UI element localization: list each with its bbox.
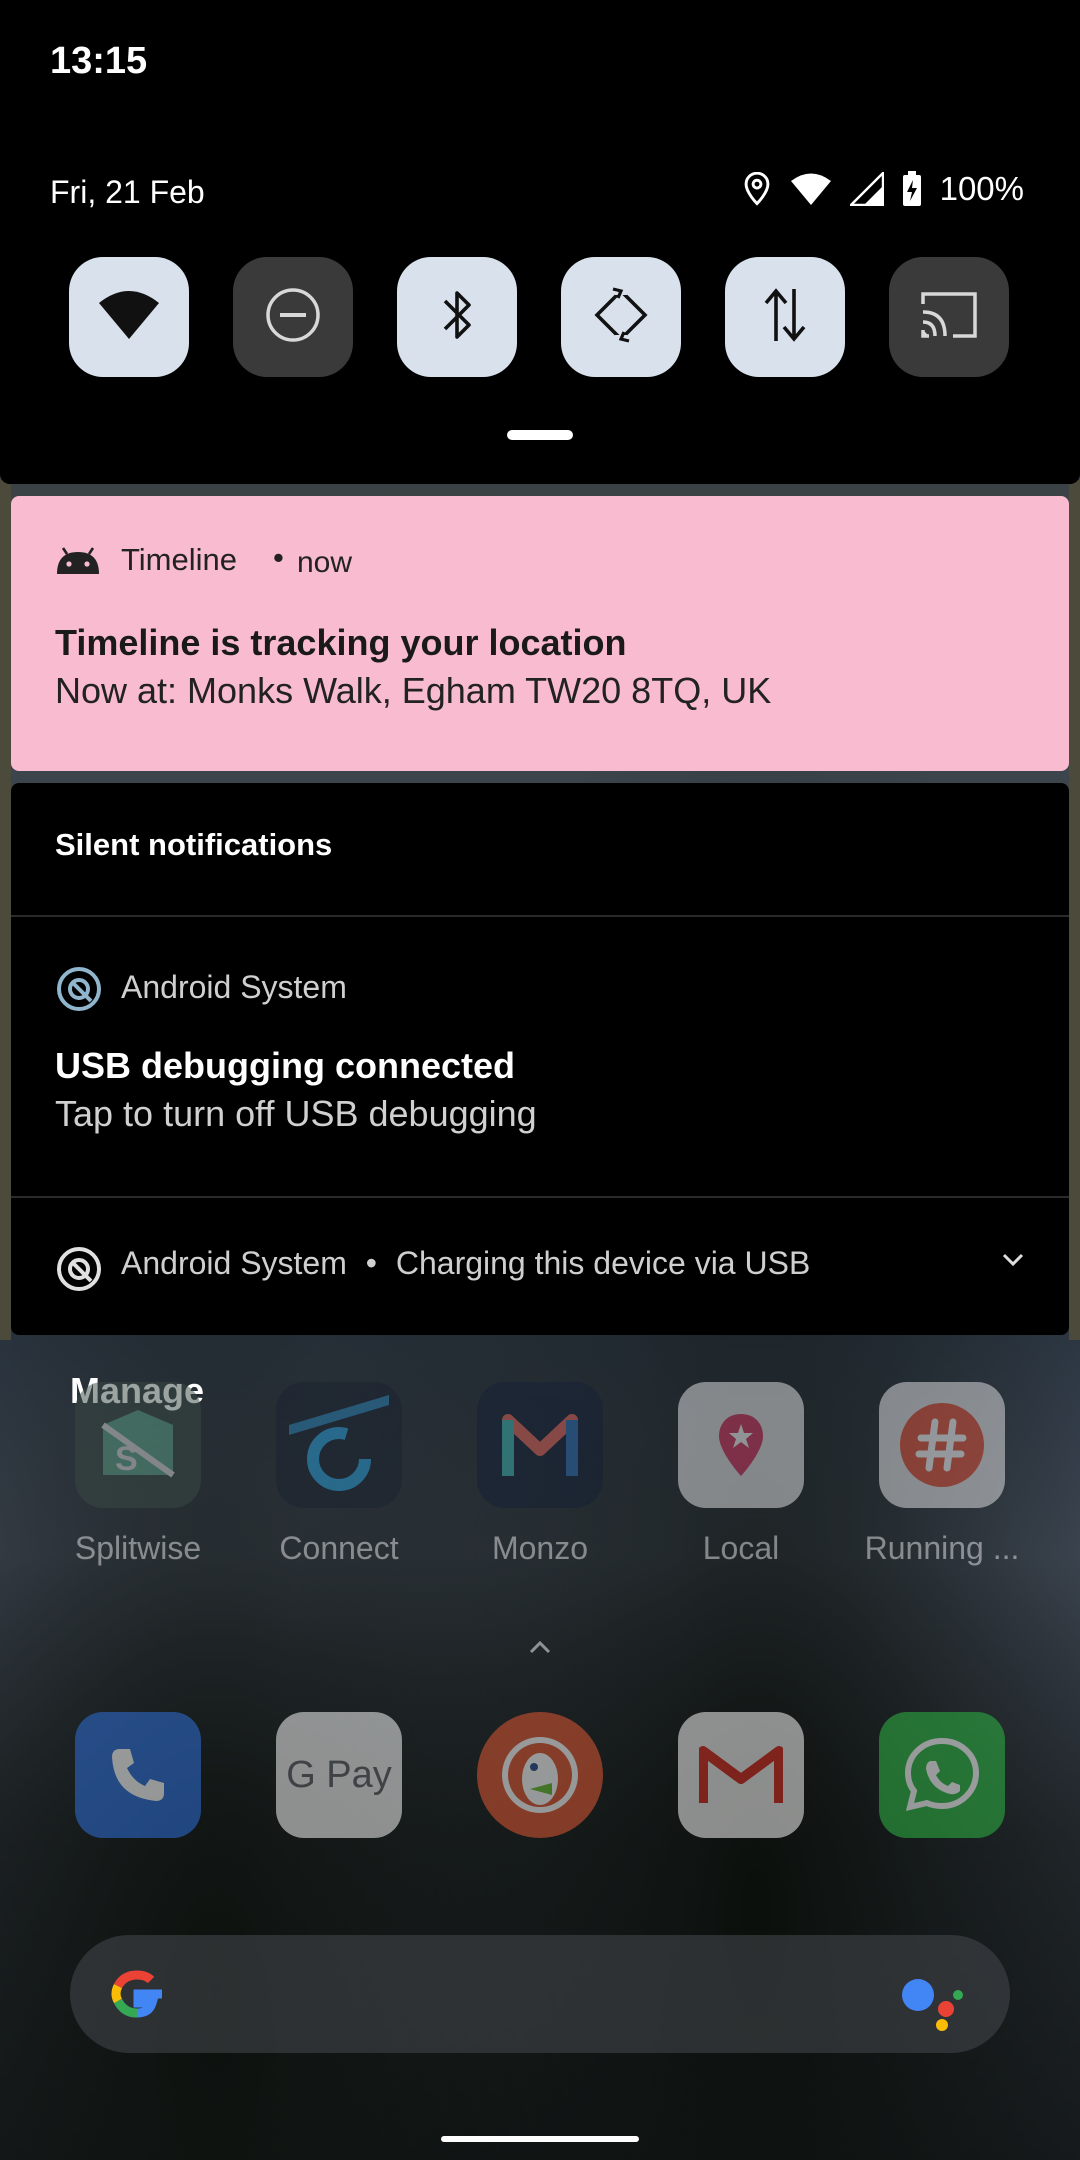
- notification-title: Timeline is tracking your location: [55, 622, 627, 663]
- google-search-bar[interactable]: [70, 1935, 1010, 2053]
- auto-rotate-tile[interactable]: [561, 257, 681, 377]
- app-connect[interactable]: Connect: [239, 1382, 439, 1567]
- dock-duckduckgo[interactable]: [440, 1712, 640, 1838]
- app-monzo[interactable]: Monzo: [440, 1382, 640, 1567]
- wallpaper-edge: [1069, 480, 1080, 1340]
- timeline-notification[interactable]: Timeline • now Timeline is tracking your…: [11, 496, 1069, 771]
- cast-icon: [919, 290, 979, 345]
- whatsapp-icon: [879, 1712, 1005, 1838]
- app-label: Monzo: [491, 1530, 589, 1566]
- cell-signal-icon: [849, 172, 884, 206]
- silent-notifications-header: Silent notifications: [55, 827, 333, 862]
- notification-time: now: [297, 546, 353, 579]
- app-drawer-chevron-icon[interactable]: [528, 1640, 552, 1661]
- wifi-icon: [790, 172, 832, 206]
- dnd-tile[interactable]: [233, 257, 353, 377]
- dnd-icon: [265, 287, 321, 348]
- app-label: Local: [702, 1530, 780, 1566]
- wifi-tile[interactable]: [69, 257, 189, 377]
- app-label: Connect: [279, 1530, 399, 1566]
- app-label: Running ...: [864, 1530, 1020, 1566]
- android-icon: [55, 546, 101, 581]
- data-icon: [760, 285, 810, 350]
- dock-gpay[interactable]: G Pay: [239, 1712, 439, 1838]
- status-clock: 13:15: [50, 40, 148, 82]
- mobile-data-tile[interactable]: [725, 257, 845, 377]
- gpay-text: G Pay: [286, 1753, 392, 1796]
- notification-app-name: Android System: [121, 969, 347, 1005]
- quick-settings-tiles: [69, 257, 1009, 377]
- bluetooth-tile[interactable]: [397, 257, 517, 377]
- charging-summary: Android System • Charging this device vi…: [121, 1245, 810, 1282]
- panel-drag-handle[interactable]: [507, 430, 573, 440]
- separator-dot: •: [273, 540, 284, 575]
- svg-text:S: S: [115, 1440, 138, 1478]
- notification-title: USB debugging connected: [55, 1045, 516, 1086]
- dock-whatsapp[interactable]: [842, 1712, 1042, 1838]
- splitwise-icon: S: [75, 1382, 201, 1508]
- silent-notifications-panel: Silent notifications Android System USB …: [11, 783, 1069, 1335]
- divider: [11, 915, 1069, 917]
- dock-gmail[interactable]: [641, 1712, 841, 1838]
- app-running[interactable]: Running ...: [842, 1382, 1042, 1567]
- app-label: Splitwise: [74, 1530, 202, 1566]
- notification-app-name: Timeline: [121, 542, 237, 577]
- divider: [11, 1196, 1069, 1198]
- bluetooth-icon: [437, 285, 477, 350]
- battery-charging-icon: [902, 171, 922, 207]
- google-logo-icon: [104, 1961, 170, 2032]
- location-icon: [742, 172, 772, 206]
- android-system-icon: [55, 1245, 103, 1298]
- cast-tile[interactable]: [889, 257, 1009, 377]
- quick-settings-panel: 13:15 Fri, 21 Feb 100%: [0, 0, 1080, 484]
- notification-text: Now at: Monks Walk, Egham TW20 8TQ, UK: [55, 670, 772, 711]
- chevron-down-icon[interactable]: [1001, 1251, 1025, 1272]
- app-local[interactable]: Local: [641, 1382, 841, 1567]
- wifi-icon: [97, 289, 161, 346]
- notification-text: Tap to turn off USB debugging: [55, 1093, 537, 1134]
- notification-text: Charging this device via USB: [395, 1245, 811, 1281]
- separator-dot: •: [365, 1245, 377, 1281]
- wallpaper-edge: [0, 480, 11, 1340]
- garmin-connect-icon: [276, 1382, 402, 1508]
- monzo-icon: [477, 1382, 603, 1508]
- duckduckgo-icon: [477, 1712, 603, 1838]
- rotate-icon: [591, 284, 651, 350]
- phone-icon: [75, 1712, 201, 1838]
- status-icons: 100%: [742, 170, 1024, 208]
- google-assistant-icon[interactable]: [900, 1975, 966, 2036]
- local-icon: [678, 1382, 804, 1508]
- dock-phone[interactable]: [38, 1712, 238, 1838]
- running-icon: [879, 1382, 1005, 1508]
- android-system-icon: [55, 965, 103, 1018]
- notification-app-name: Android System: [121, 1245, 347, 1281]
- date-label[interactable]: Fri, 21 Feb: [50, 174, 205, 211]
- app-splitwise[interactable]: S Splitwise: [38, 1382, 238, 1567]
- battery-percent: 100%: [939, 170, 1024, 207]
- gesture-nav-handle[interactable]: [441, 2136, 639, 2142]
- gpay-icon: G Pay: [276, 1712, 402, 1838]
- gmail-icon: [678, 1712, 804, 1838]
